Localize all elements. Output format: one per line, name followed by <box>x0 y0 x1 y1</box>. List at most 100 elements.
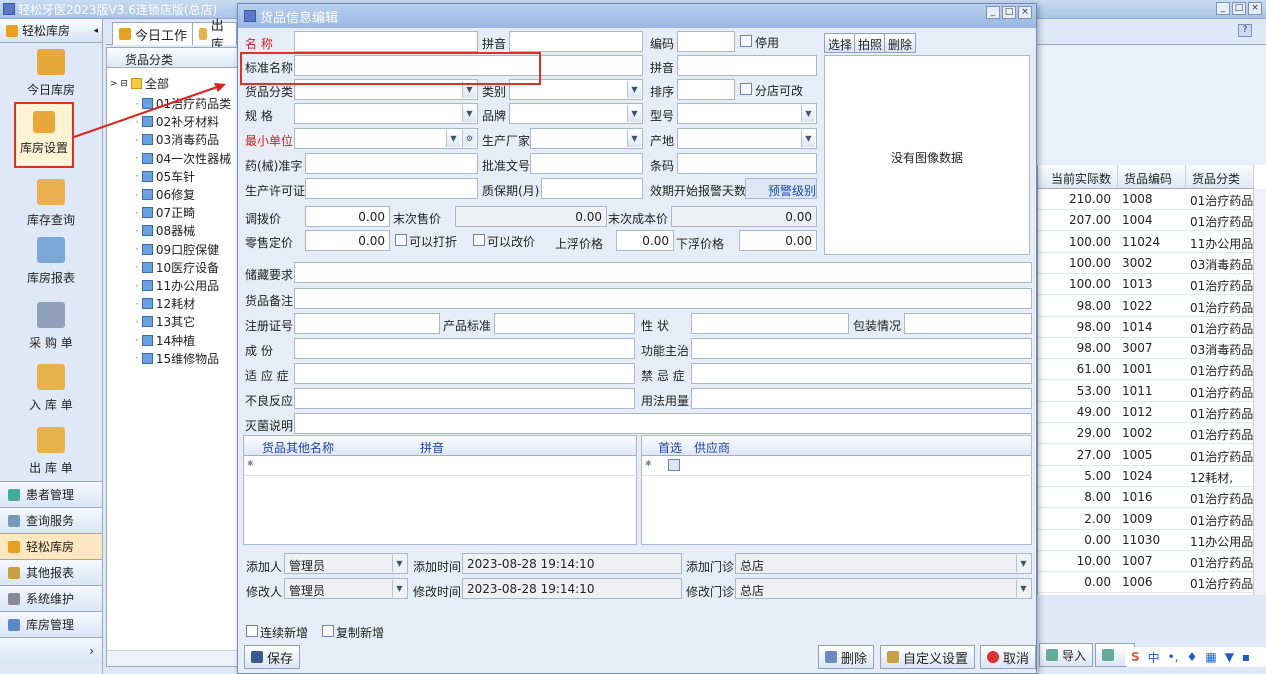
preferred-header[interactable]: 首选 <box>658 439 682 456</box>
col-category-header[interactable]: 货品分类 <box>1186 165 1254 189</box>
table-row[interactable]: 100.00 11024 11办公用品, <box>1038 232 1266 253</box>
alias-new-row[interactable]: ✱ <box>244 456 638 476</box>
chevron-down-icon[interactable]: ▼ <box>627 130 641 147</box>
supplier-header[interactable]: 供应商 <box>694 439 730 456</box>
pinyin-input[interactable] <box>509 31 643 52</box>
std-pinyin-input[interactable] <box>677 55 817 76</box>
product-std-input[interactable] <box>494 313 635 334</box>
tree-item[interactable]: · 05车针 <box>135 168 195 185</box>
retail-input[interactable]: 0.00 <box>305 230 390 251</box>
maker-select[interactable]: ▼ <box>530 128 643 149</box>
tree-item[interactable]: · 14种植 <box>135 332 195 349</box>
table-row[interactable]: 8.00 1016 01治疗药品类 <box>1038 487 1266 509</box>
photo-button[interactable]: 拍照 <box>854 33 887 53</box>
tree-item[interactable]: · 12耗材 <box>135 295 195 312</box>
approval-input[interactable] <box>530 153 643 174</box>
dialog-close-icon[interactable]: × <box>1018 6 1032 19</box>
barcode-input[interactable] <box>677 153 817 174</box>
float-down-input[interactable]: 0.00 <box>739 230 817 251</box>
grid-scrollbar[interactable] <box>1253 189 1266 595</box>
model-select[interactable]: ▼ <box>677 103 817 124</box>
table-row[interactable]: 98.00 1014 01治疗药品类 <box>1038 317 1266 338</box>
storage-input[interactable] <box>294 262 1032 283</box>
usage-input[interactable] <box>691 388 1032 409</box>
table-row[interactable]: 61.00 1001 01治疗药品类 <box>1038 359 1266 381</box>
dialog-minimize-icon[interactable]: _ <box>986 6 1000 19</box>
col-code-header[interactable]: 货品编码 <box>1118 165 1186 189</box>
brand-select[interactable]: ▼ <box>509 103 643 124</box>
indication-input[interactable] <box>294 363 635 384</box>
nav-expand[interactable]: › <box>0 637 102 663</box>
warn-level-button[interactable]: 预警级别 <box>745 178 817 199</box>
name-input[interactable] <box>294 31 478 52</box>
sterile-input[interactable] <box>294 413 1032 434</box>
shelf-input[interactable] <box>541 178 643 199</box>
alias-pinyin-header[interactable]: 拼音 <box>420 439 444 456</box>
maximize-icon[interactable]: □ <box>1232 2 1246 15</box>
transfer-price-input[interactable]: 0.00 <box>305 206 390 227</box>
chevron-right-icon[interactable]: › <box>89 644 94 658</box>
table-row[interactable]: 10.00 1007 01治疗药品类 <box>1038 551 1266 573</box>
tree-item[interactable]: · 01治疗药品类 <box>135 95 231 112</box>
alias-name-header[interactable]: 货品其他名称 <box>262 439 334 456</box>
nav-purchase[interactable]: 采 购 单 <box>0 302 102 351</box>
cancel-button[interactable]: 取消 <box>980 645 1036 669</box>
tree-scrollbar[interactable] <box>107 650 241 666</box>
function-input[interactable] <box>691 338 1032 359</box>
min-unit-select[interactable]: ▼ ⚙ <box>294 128 478 149</box>
save-button[interactable]: 保存 <box>244 645 301 669</box>
chevron-down-icon[interactable]: ▼ <box>627 81 641 98</box>
reg-input[interactable] <box>305 153 478 174</box>
table-row[interactable]: 100.00 1013 01治疗药品类 <box>1038 274 1266 296</box>
dialog-maximize-icon[interactable]: □ <box>1002 6 1016 19</box>
code-input[interactable] <box>677 31 735 52</box>
gear-icon[interactable]: ⚙ <box>462 130 476 147</box>
reg-no-input[interactable] <box>294 313 440 334</box>
nav-storeroom-mgmt[interactable]: 库房管理 <box>0 611 102 637</box>
package-input[interactable] <box>904 313 1032 334</box>
tree-item[interactable]: · 09口腔保健 <box>135 241 219 258</box>
nav-storeroom-settings[interactable]: 库房设置 <box>14 102 74 168</box>
chevron-down-icon[interactable]: ▼ <box>801 105 815 122</box>
chevron-down-icon[interactable]: ▼ <box>462 105 476 122</box>
remark-input[interactable] <box>294 288 1032 309</box>
nav-stock-query[interactable]: 库存查询 <box>0 179 102 228</box>
disabled-checkbox[interactable] <box>740 35 752 47</box>
nav-patients[interactable]: 患者管理 <box>0 481 102 507</box>
table-row[interactable]: 53.00 1011 01治疗药品类 <box>1038 381 1266 402</box>
tree-root[interactable]: > ⊟ 全部 <box>110 75 169 92</box>
spec-select[interactable]: ▼ <box>294 103 478 124</box>
close-icon[interactable]: × <box>1248 2 1262 15</box>
collapse-icon[interactable]: ◂ <box>93 26 98 36</box>
minimize-icon[interactable]: _ <box>1216 2 1230 15</box>
branch-edit-checkbox[interactable] <box>740 83 752 95</box>
table-row[interactable]: 5.00 1024 12耗材, <box>1038 466 1266 487</box>
tree-item[interactable]: · 06修复 <box>135 186 195 203</box>
float-up-input[interactable]: 0.00 <box>616 230 674 251</box>
delete-button[interactable]: 删除 <box>818 645 875 669</box>
preferred-checkbox[interactable] <box>668 459 680 471</box>
help-icon[interactable]: ? <box>1238 24 1252 37</box>
nav-today[interactable]: 今日库房 <box>0 49 102 98</box>
supplier-new-row[interactable]: ✱ <box>642 456 1033 476</box>
table-row[interactable]: 207.00 1004 01治疗药品类 <box>1038 210 1266 232</box>
col-qty-header[interactable]: 当前实际数 <box>1038 165 1118 189</box>
table-row[interactable]: 49.00 1012 01治疗药品类 <box>1038 402 1266 423</box>
sort-input[interactable] <box>677 79 735 100</box>
table-row[interactable]: 98.00 1022 01治疗药品类 <box>1038 296 1266 317</box>
nav-query[interactable]: 查询服务 <box>0 507 102 533</box>
tab-outbound[interactable]: 出 库 <box>192 19 237 53</box>
table-row[interactable]: 0.00 1006 01治疗药品类 <box>1038 572 1266 594</box>
table-row[interactable]: 29.00 1002 01治疗药品类 <box>1038 423 1266 445</box>
tab-today[interactable]: 今日工作 <box>112 22 195 45</box>
tree-item[interactable]: · 04一次性器械 <box>135 150 231 167</box>
chevron-down-icon[interactable]: ▼ <box>446 130 460 147</box>
copy-add-checkbox[interactable] <box>322 625 334 637</box>
property-input[interactable] <box>691 313 849 334</box>
continuous-add-checkbox[interactable] <box>246 625 258 637</box>
table-row[interactable]: 2.00 1009 01治疗药品类 <box>1038 509 1266 530</box>
table-row[interactable]: 27.00 1005 01治疗药品类 <box>1038 445 1266 466</box>
nav-inbound[interactable]: 入 库 单 <box>0 364 102 413</box>
delete-image-button[interactable]: 删除 <box>884 33 917 53</box>
tree-item[interactable]: · 08器械 <box>135 222 195 239</box>
